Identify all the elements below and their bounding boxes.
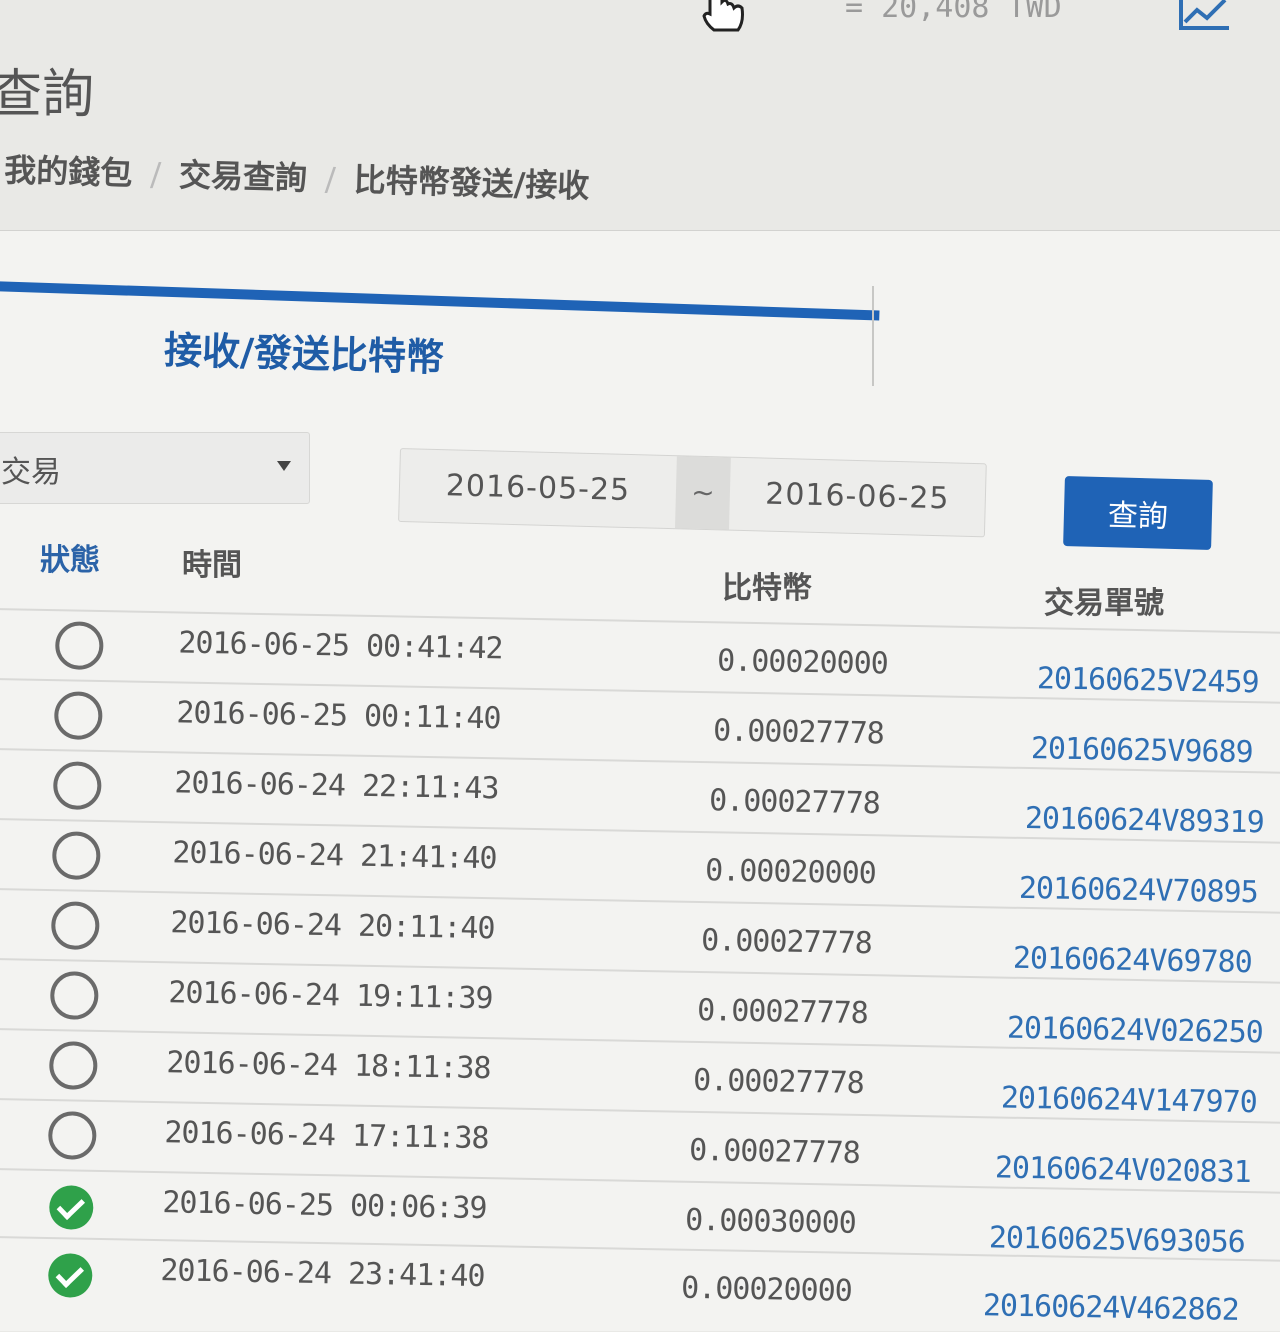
row-btc-amount: 0.00030000 (684, 1202, 857, 1241)
tab-send-receive-btc[interactable]: 接收/發送比特幣 (163, 319, 445, 382)
row-txid-link[interactable]: 20160624V020831 (995, 1150, 1252, 1190)
circle-outline-icon (54, 621, 104, 671)
column-header-btc: 比特幣 (722, 571, 812, 606)
row-txid-link[interactable]: 20160624V89319 (1025, 801, 1264, 840)
balance-readout: = 20,408 TWD (845, 0, 1062, 25)
row-txid-link[interactable]: 20160624V026250 (1007, 1011, 1264, 1051)
check-circle-icon (46, 1249, 95, 1298)
transaction-type-value: 交易 (1, 455, 61, 490)
hand-pointer-icon (702, 0, 744, 32)
row-btc-amount: 0.00020000 (680, 1270, 853, 1309)
row-time: 2016-06-25 00:11:40 (176, 695, 501, 737)
row-txid-link[interactable]: 20160624V69780 (1013, 941, 1252, 980)
circle-outline-icon (48, 1041, 98, 1090)
line-chart-icon[interactable] (1175, 0, 1235, 36)
row-txid-link[interactable]: 20160624V70895 (1019, 871, 1258, 910)
breadcrumb: 我的錢包 / 交易查詢 / 比特幣發送/接收 (4, 145, 590, 207)
status-pending-mark (53, 691, 103, 741)
tab-divider (872, 286, 874, 386)
chevron-down-icon (277, 461, 291, 471)
status-pending-mark (48, 1041, 98, 1090)
breadcrumb-item-transactions[interactable]: 交易查詢 (179, 156, 308, 198)
column-header-txid: 交易單號 (1044, 586, 1164, 621)
breadcrumb-separator: / (149, 155, 162, 194)
breadcrumb-item-wallet[interactable]: 我的錢包 (4, 151, 133, 193)
circle-outline-icon (53, 691, 103, 741)
status-pending-mark (54, 621, 104, 671)
row-btc-amount: 0.00027778 (700, 923, 873, 962)
circle-outline-icon (50, 901, 100, 951)
row-time: 2016-06-24 21:41:40 (172, 835, 497, 877)
date-range-separator: ~ (674, 456, 731, 530)
status-pending-mark (49, 971, 99, 1020)
status-pending-mark (52, 761, 102, 811)
row-time: 2016-06-25 00:41:42 (178, 625, 503, 667)
row-btc-amount: 0.00027778 (688, 1132, 861, 1171)
circle-outline-icon (51, 831, 101, 881)
column-header-status[interactable]: 狀態 (40, 535, 100, 579)
circle-outline-icon (49, 971, 99, 1020)
row-time: 2016-06-25 00:06:39 (162, 1185, 487, 1227)
row-time: 2016-06-24 18:11:38 (166, 1045, 491, 1087)
transaction-type-select[interactable]: 交易 (0, 432, 310, 504)
row-txid-link[interactable]: 20160625V2459 (1037, 661, 1259, 700)
row-btc-amount: 0.00027778 (708, 783, 881, 822)
query-button[interactable]: 查詢 (1063, 476, 1213, 550)
circle-outline-icon (47, 1111, 97, 1160)
date-range-picker: 2016-05-25 ~ 2016-06-25 (398, 448, 987, 538)
breadcrumb-separator: / (324, 159, 337, 199)
row-btc-amount: 0.00020000 (704, 853, 877, 892)
circle-outline-icon (52, 761, 102, 811)
row-btc-amount: 0.00020000 (716, 643, 889, 682)
date-to-input[interactable]: 2016-06-25 (729, 458, 986, 537)
row-time: 2016-06-24 17:11:38 (164, 1115, 489, 1157)
row-txid-link[interactable]: 20160625V9689 (1031, 731, 1253, 770)
page-title: 查詢 (0, 65, 95, 125)
row-time: 2016-06-24 23:41:40 (160, 1253, 485, 1295)
check-circle-icon (47, 1181, 96, 1230)
status-completed-mark (47, 1253, 93, 1298)
row-txid-link[interactable]: 20160624V147970 (1001, 1081, 1258, 1121)
status-completed-mark (48, 1185, 94, 1230)
row-btc-amount: 0.00027778 (692, 1062, 865, 1102)
row-txid-link[interactable]: 20160624V462862 (983, 1288, 1240, 1328)
column-header-time: 時間 (182, 548, 242, 583)
row-btc-amount: 0.00027778 (696, 992, 869, 1032)
status-pending-mark (50, 901, 100, 951)
date-from-input[interactable]: 2016-05-25 (399, 449, 677, 528)
active-tab-indicator (0, 281, 880, 321)
row-time: 2016-06-24 19:11:39 (168, 975, 493, 1017)
breadcrumb-item-current: 比特幣發送/接收 (353, 160, 590, 206)
status-pending-mark (51, 831, 101, 881)
row-time: 2016-06-24 22:11:43 (174, 765, 499, 807)
top-bar: = 20,408 TWD (0, 0, 1280, 40)
row-btc-amount: 0.00027778 (712, 713, 885, 752)
status-pending-mark (47, 1111, 97, 1160)
row-time: 2016-06-24 20:11:40 (170, 905, 495, 947)
